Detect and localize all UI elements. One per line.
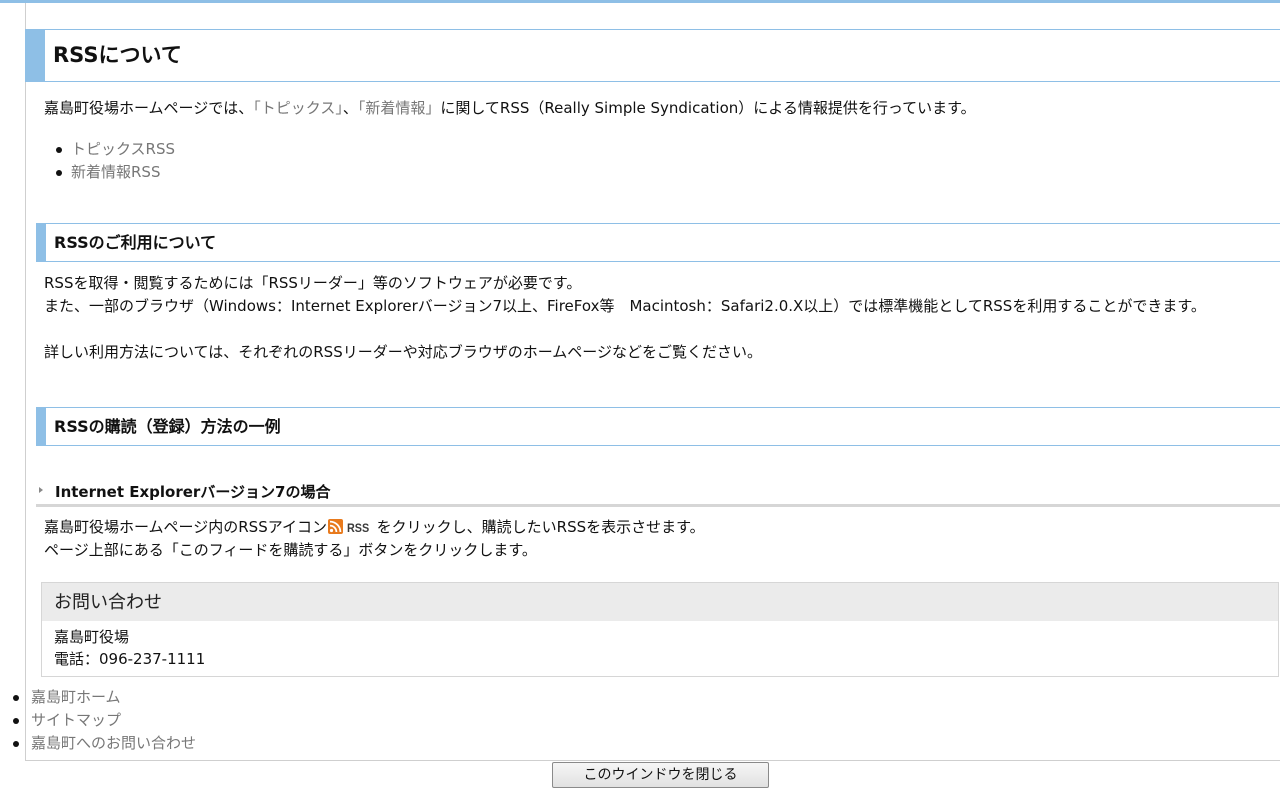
list-item: トピックスRSS (44, 138, 175, 161)
page-title: RSSについて (53, 43, 182, 67)
news-rss-link[interactable]: 新着情報RSS (71, 163, 160, 181)
usage-line-2: また、一部のブラウザ（Windows：Internet Explorerバージョ… (44, 297, 1206, 315)
footer-link-contact[interactable]: 嘉島町へのお問い合わせ (31, 734, 196, 752)
usage-section-heading: RSSのご利用について (36, 223, 1280, 262)
bullet-dot (56, 170, 62, 176)
subscribe-section-heading: RSSの購読（登録）方法の一例 (36, 407, 1280, 446)
rss-feed-icon (327, 519, 343, 534)
contact-office: 嘉島町役場 (54, 628, 130, 646)
subscribe-heading-text: RSSの購読（登録）方法の一例 (54, 417, 281, 436)
contact-heading: お問い合わせ (54, 592, 162, 613)
intro-separator: 、 (342, 99, 358, 117)
intro-text-after: に関してRSS（Really Simple Syndication）による情報提… (440, 99, 976, 117)
bullet-dot (56, 147, 62, 153)
ie7-subheading: Internet Explorerバージョン7の場合 (36, 480, 1280, 507)
list-item: 新着情報RSS (44, 161, 175, 184)
topics-rss-link[interactable]: トピックスRSS (71, 140, 175, 158)
usage-heading-text: RSSのご利用について (54, 233, 217, 252)
topics-link[interactable]: 「トピックス」 (253, 99, 343, 117)
ie7-subheading-text: Internet Explorerバージョン7の場合 (55, 483, 331, 501)
subscribe-line-1: 嘉島町役場ホームページ内のRSSアイコン RSS をクリックし、購読したいRSSを表… (44, 516, 705, 540)
subscribe-text-before: 嘉島町役場ホームページ内のRSSアイコン (44, 518, 327, 536)
intro-text-before: 嘉島町役場ホームページでは、 (44, 99, 254, 117)
heading-accent-bar (36, 224, 46, 261)
close-window-button[interactable]: このウインドウを閉じる (552, 762, 769, 788)
rss-link-list: トピックスRSS 新着情報RSS (44, 138, 175, 184)
subscribe-text-after: をクリックし、購読したいRSSを表示させます。 (376, 518, 705, 536)
usage-line-3: 詳しい利用方法については、それぞれのRSSリーダーや対応ブラウザのホームページな… (44, 343, 762, 361)
list-item: サイトマップ (3, 709, 196, 732)
bullet-dot (13, 741, 19, 747)
footer-link-home[interactable]: 嘉島町ホーム (31, 688, 121, 706)
contact-header: お問い合わせ (42, 583, 1278, 621)
list-item: 嘉島町へのお問い合わせ (3, 732, 196, 755)
page-heading: RSSについて (25, 29, 1280, 82)
bullet-dot (13, 718, 19, 724)
heading-accent-bar (36, 408, 46, 445)
news-link[interactable]: 「新着情報」 (358, 99, 441, 117)
rss-icon-label: RSS (346, 521, 370, 535)
contact-box: お問い合わせ 嘉島町役場 電話：096-237-1111 (41, 582, 1279, 677)
triangle-right-icon (39, 487, 43, 493)
contact-phone: 電話：096-237-1111 (54, 650, 206, 668)
usage-line-1: RSSを取得・閲覧するためには「RSSリーダー」等のソフトウェアが必要です。 (44, 274, 582, 292)
footer-link-sitemap[interactable]: サイトマップ (31, 711, 121, 729)
bullet-dot (13, 695, 19, 701)
footer-link-list: 嘉島町ホーム サイトマップ 嘉島町へのお問い合わせ (3, 686, 196, 755)
subscribe-line-2: ページ上部にある「このフィードを購読する」ボタンをクリックします。 (44, 541, 537, 559)
intro-paragraph: 嘉島町役場ホームページでは、「トピックス」、「新着情報」に関してRSS（Real… (44, 97, 976, 120)
list-item: 嘉島町ホーム (3, 686, 196, 709)
heading-accent-bar (25, 30, 45, 81)
